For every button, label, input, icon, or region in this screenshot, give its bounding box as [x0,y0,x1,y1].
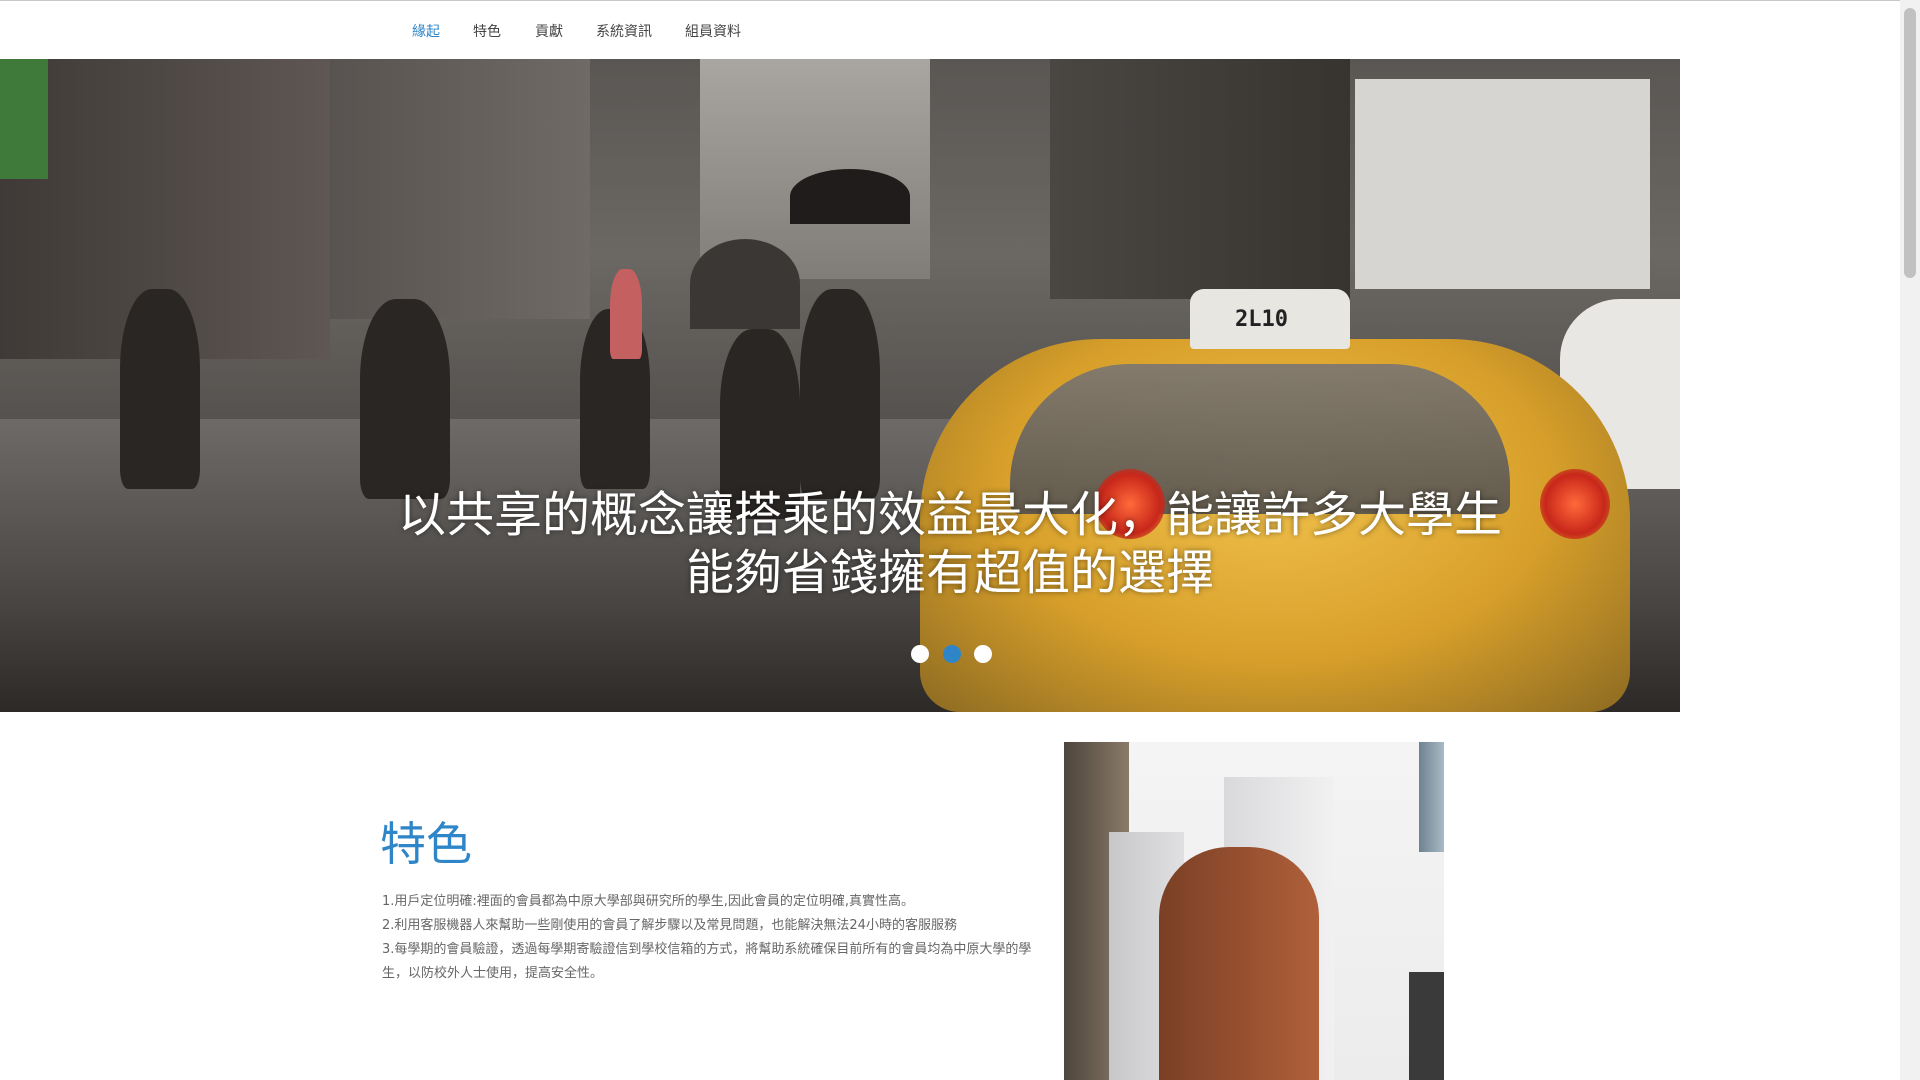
carousel-dot-2-active[interactable] [943,645,961,663]
hero-pedestrian [120,289,200,489]
hero-carousel: 2L10 以共享的概念讓搭乘的效益最大化，能讓許多大學生 能夠省錢擁有超值的選擇 [0,59,1680,712]
hero-building-right [1050,59,1350,299]
hero-caption: 以共享的概念讓搭乘的效益最大化，能讓許多大學生 能夠省錢擁有超值的選擇 [330,486,1570,602]
hero-taxi-sign-text: 2L10 [1235,307,1288,332]
photo-tower-right-glass [1419,742,1444,852]
hero-pedestrian [800,289,880,499]
hero-green-sign [0,59,48,179]
photo-tower-brick [1159,847,1319,1080]
feature-item-3: 3.每學期的會員驗證，透過每學期寄驗證信到學校信箱的方式，將幫助系統確保目前所有… [382,942,1032,981]
page-scrollbar[interactable] [1900,0,1920,1080]
nav-item-features[interactable]: 特色 [473,21,501,41]
feature-item-1: 1.用戶定位明確:裡面的會員都為中原大學部與研究所的學生,因此會員的定位明確,真… [382,894,915,909]
nav-item-members[interactable]: 組員資料 [685,21,741,41]
features-city-photo [1064,742,1444,1080]
scrollbar-thumb[interactable] [1904,8,1916,278]
nav-item-system-info[interactable]: 系統資訊 [596,21,652,41]
features-heading: 特色 [380,817,472,871]
hero-red-jacket [610,269,642,359]
hero-truck [1355,79,1650,289]
hero-caption-line1: 以共享的概念讓搭乘的效益最大化，能讓許多大學生 [397,487,1502,543]
hero-umbrella [790,169,910,224]
nav-item-origin[interactable]: 緣起 [412,21,440,41]
hero-pedestrian [360,299,450,499]
hero-umbrella [690,239,800,329]
hero-building-mid [330,59,590,319]
features-list: 1.用戶定位明確:裡面的會員都為中原大學部與研究所的學生,因此會員的定位明確,真… [382,890,1032,986]
top-nav: 緣起 特色 貢獻 系統資訊 組員資料 [0,1,1900,58]
hero-caption-line2: 能夠省錢擁有超值的選擇 [685,545,1214,601]
nav-item-contribution[interactable]: 貢獻 [535,21,563,41]
feature-item-2: 2.利用客服機器人來幫助一些剛使用的會員了解步驟以及常見問題，也能解決無法24小… [382,918,957,933]
photo-tower-right-dark [1409,972,1444,1080]
carousel-dot-3[interactable] [974,645,992,663]
carousel-dot-1[interactable] [911,645,929,663]
